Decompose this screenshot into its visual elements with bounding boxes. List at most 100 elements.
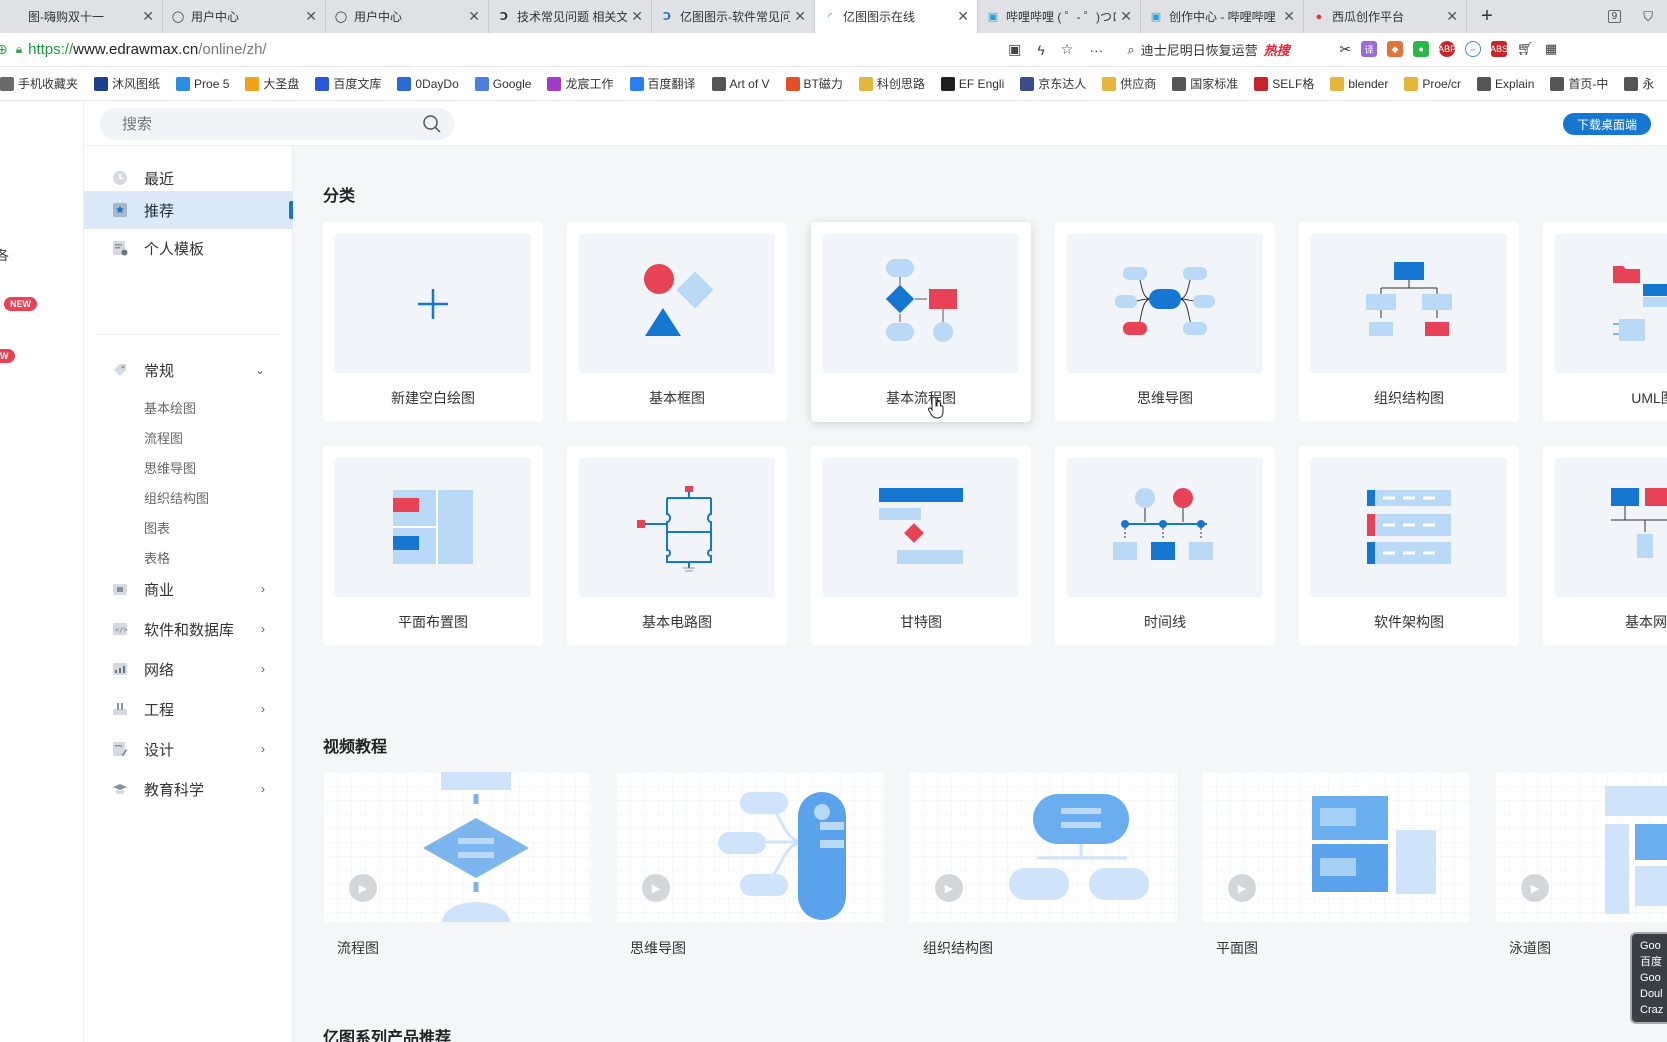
sidebar-item-recommended[interactable]: 推荐 [84, 191, 293, 229]
sidebar-item-personal-templates[interactable]: 个人模板 [84, 229, 293, 267]
browser-tab[interactable]: ◯ 用户中心 ✕ [326, 0, 489, 33]
download-desktop-button[interactable]: 下载桌面端 [1562, 113, 1651, 135]
bookmark-item[interactable]: Art of V [711, 76, 770, 91]
close-icon[interactable]: ✕ [1120, 8, 1132, 25]
sidebar-group-general[interactable]: 常规 ⌄ [84, 351, 293, 389]
adblock-icon[interactable]: ABS [1490, 41, 1508, 57]
template-card-uml[interactable]: UML图 [1543, 222, 1667, 422]
play-icon[interactable]: ▶ [1228, 874, 1256, 902]
grid-icon[interactable]: ▦ [1543, 41, 1560, 57]
extension-icon[interactable]: 译 [1361, 41, 1378, 57]
sidebar-subitem[interactable]: 表格 [144, 548, 170, 567]
browser-tab[interactable]: ▣ 哔哩哔哩 ( ゜- ゜)つロ ✕ [978, 0, 1141, 33]
video-card-swimlane[interactable]: ▶ 泳道图 [1495, 772, 1667, 956]
template-card-mind-map[interactable]: 思维导图 [1055, 222, 1275, 422]
video-card-flowchart[interactable]: ▶ 流程图 [323, 772, 591, 956]
wechat-icon[interactable]: ● [1413, 41, 1430, 57]
video-card-mind-map[interactable]: ▶ 思维导图 [616, 772, 884, 956]
bookmark-item[interactable]: 0DayDo [397, 76, 459, 91]
bookmark-item[interactable]: 沐风图纸 [94, 75, 160, 92]
bookmark-item[interactable]: 京东达人 [1020, 75, 1086, 92]
browser-tab[interactable]: ◯ 用户中心 ✕ [163, 0, 326, 33]
bookmark-item[interactable]: 手机收藏夹 [0, 75, 78, 92]
bookmark-item[interactable]: blender [1330, 76, 1388, 91]
browser-tab[interactable]: ● 西瓜创作平台 ✕ [1304, 0, 1467, 33]
bookmark-item[interactable]: EF Engli [940, 76, 1004, 91]
close-icon[interactable]: ✕ [468, 8, 480, 25]
cart-icon[interactable]: 🛒︎ [1517, 41, 1533, 57]
close-icon[interactable]: ✕ [794, 8, 806, 25]
sidebar-group-software[interactable]: </> 软件和数据库 › [84, 610, 293, 648]
bookmark-item[interactable]: Google [474, 76, 531, 91]
template-card-software-architecture[interactable]: 软件架构图 [1299, 446, 1519, 646]
browser-tab[interactable]: Ↄ 技术常见问题 相关文 ✕ [489, 0, 652, 33]
sidebar-group-engineering[interactable]: 工程 › [84, 690, 293, 728]
template-card-circuit[interactable]: 基本电路图 [567, 446, 787, 646]
sidebar-group-design[interactable]: 设计 › [84, 730, 293, 768]
new-tab-button[interactable]: + [1467, 0, 1507, 33]
bookmark-item[interactable]: 大圣盘 [245, 75, 299, 92]
adblock-icon[interactable]: ABP [1438, 41, 1456, 57]
close-icon[interactable]: ✕ [631, 8, 643, 25]
close-icon[interactable]: ✕ [1446, 8, 1458, 25]
search-box[interactable] [100, 108, 454, 140]
play-icon[interactable]: ▶ [349, 874, 377, 902]
sidebar-subitem[interactable]: 流程图 [144, 428, 183, 447]
bookmark-item[interactable]: 国家标准 [1172, 75, 1238, 92]
template-card-timeline[interactable]: 时间线 [1055, 446, 1275, 646]
template-card-gantt[interactable]: 甘特图 [811, 446, 1031, 646]
shirt-icon[interactable]: ⛉ [1643, 9, 1653, 25]
template-card-blank[interactable]: 新建空白绘图 [323, 222, 543, 422]
bookmark-item[interactable]: 百度翻译 [629, 75, 696, 92]
bookmark-item[interactable]: 永 [1624, 75, 1654, 92]
browser-search[interactable]: ⌕ 迪士尼明日恢复运营 热搜 [1127, 40, 1327, 59]
image-icon[interactable]: ▣ [1008, 41, 1021, 58]
minus-icon[interactable]: – [1465, 41, 1482, 57]
window-count-badge[interactable]: 9 [1607, 10, 1622, 23]
sidebar-subitem[interactable]: 基本绘图 [144, 398, 196, 417]
star-icon[interactable]: ☆ [1061, 41, 1074, 58]
sidebar-subitem[interactable]: 组织结构图 [144, 488, 209, 507]
video-card-floor-plan[interactable]: ▶ 平面图 [1202, 772, 1470, 956]
bookmark-item[interactable]: 百度文库 [315, 75, 381, 92]
more-icon[interactable]: ··· [1089, 42, 1103, 58]
browser-tab-active[interactable]: ◜ 亿图图示在线 ✕ [815, 0, 978, 33]
close-icon[interactable]: ✕ [305, 8, 317, 25]
play-icon[interactable]: ▶ [1521, 874, 1549, 902]
browser-tab[interactable]: ▣ 创作中心 - 哔哩哔哩 ✕ [1141, 0, 1304, 33]
play-icon[interactable]: ▶ [935, 874, 963, 902]
bookmark-item[interactable]: Proe 5 [176, 76, 229, 91]
template-card-basic-network[interactable]: 基本网络 [1543, 446, 1667, 646]
bookmark-item[interactable]: Proe/cr [1404, 76, 1461, 91]
template-card-org-chart[interactable]: 组织结构图 [1299, 222, 1519, 422]
play-icon[interactable]: ▶ [642, 874, 670, 902]
sidebar-subitem[interactable]: 思维导图 [144, 458, 196, 477]
url-field[interactable]: https://www.edrawmax.cn/online/zh/ [28, 41, 1008, 58]
video-card-org-chart[interactable]: ▶ 组织结构图 [909, 772, 1177, 956]
sidebar-group-business[interactable]: 商业 › [84, 570, 293, 608]
browser-tab[interactable]: 图-嗨购双十一 ✕ [0, 0, 163, 33]
search-input[interactable] [122, 115, 422, 133]
close-icon[interactable]: ✕ [142, 8, 154, 25]
scissors-icon[interactable]: ✂ [1339, 41, 1351, 58]
template-card-basic-flowchart[interactable]: 基本流程图 [811, 222, 1031, 422]
bookmark-item[interactable]: SELF格 [1254, 75, 1314, 92]
search-icon[interactable] [422, 114, 442, 134]
game-icon[interactable]: ◆ [1387, 41, 1404, 57]
lightning-icon[interactable]: ϟ [1037, 42, 1044, 58]
bookmark-item[interactable]: 供应商 [1102, 75, 1156, 92]
template-card-basic-block[interactable]: 基本框图 [567, 222, 787, 422]
bookmark-item[interactable]: Explain [1477, 76, 1534, 91]
sidebar-subitem[interactable]: 图表 [144, 518, 170, 537]
bookmark-item[interactable]: 首页-中 [1550, 75, 1608, 92]
bookmark-item[interactable]: 科创思路 [858, 75, 925, 92]
sidebar-group-education[interactable]: 教育科学 › [84, 770, 293, 808]
bookmark-item[interactable]: 龙宸工作 [547, 75, 614, 92]
close-icon[interactable]: ✕ [957, 8, 969, 25]
add-icon[interactable]: ⊕ [0, 41, 8, 58]
close-icon[interactable]: ✕ [1283, 8, 1295, 25]
template-card-floor-plan[interactable]: 平面布置图 [323, 446, 543, 646]
bookmark-item[interactable]: BT磁力 [785, 75, 843, 92]
sidebar-group-network[interactable]: 网络 › [84, 650, 293, 688]
browser-tab[interactable]: Ↄ 亿图图示-软件常见问 ✕ [652, 0, 815, 33]
